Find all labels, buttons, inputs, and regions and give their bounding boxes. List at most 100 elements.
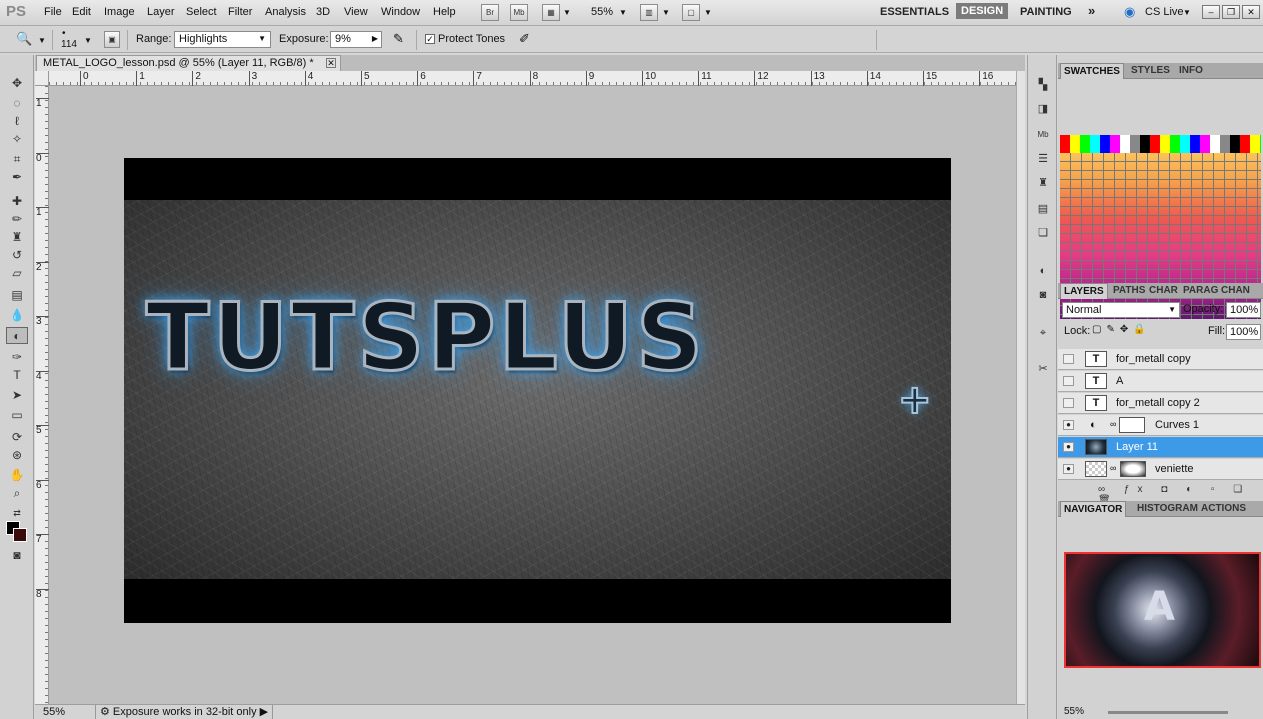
bridge-button[interactable]: Br: [481, 4, 499, 21]
layer-name[interactable]: Curves 1: [1155, 419, 1199, 431]
exposure-input[interactable]: 9% ▶: [330, 31, 382, 48]
quick-mask-icon[interactable]: ◙: [6, 547, 28, 564]
chevron-down-icon[interactable]: ▼: [563, 8, 571, 17]
swatch-row-basic[interactable]: [1060, 135, 1261, 153]
path-select-tool-icon[interactable]: ➤: [6, 387, 28, 404]
marquee-tool-icon[interactable]: ◌: [6, 95, 28, 112]
close-icon[interactable]: ✕: [326, 58, 336, 68]
layer-row-layer-11[interactable]: ● Layer 11: [1058, 437, 1263, 458]
navigator-zoom-value[interactable]: 55%: [1064, 706, 1084, 717]
protect-tones-checkbox[interactable]: ✓: [425, 34, 435, 44]
cs-live-button[interactable]: CS Live: [1145, 6, 1184, 18]
healing-brush-tool-icon[interactable]: ✚: [6, 193, 28, 210]
eye-icon[interactable]: ●: [1063, 442, 1074, 452]
layer-row-veniette[interactable]: ● ∞ veniette: [1058, 459, 1263, 480]
layer-name[interactable]: for_metall copy: [1116, 353, 1191, 365]
restore-button[interactable]: ❐: [1222, 5, 1240, 19]
blur-tool-icon[interactable]: 💧: [6, 307, 28, 324]
tab-navigator[interactable]: NAVIGATOR: [1060, 501, 1127, 517]
visibility-toggle[interactable]: [1063, 354, 1074, 364]
layer-mask-thumbnail[interactable]: [1120, 461, 1146, 477]
3d-panel-icon[interactable]: ◙: [1034, 287, 1052, 303]
3d-orbit-tool-icon[interactable]: ⊛: [6, 447, 28, 464]
close-button[interactable]: ✕: [1242, 5, 1260, 19]
chevron-down-icon[interactable]: ▼: [704, 8, 712, 17]
arrange-documents-button[interactable]: ▥: [640, 4, 658, 21]
chevron-down-icon[interactable]: ▼: [662, 8, 670, 17]
menu-file[interactable]: File: [44, 6, 62, 18]
workspace-design[interactable]: DESIGN: [956, 3, 1009, 19]
gradient-tool-icon[interactable]: ▤: [6, 287, 28, 304]
layer-row-a[interactable]: T A: [1058, 371, 1263, 392]
tab-character[interactable]: CHAR: [1146, 285, 1181, 296]
tool-presets-icon[interactable]: ⌖: [1034, 325, 1052, 341]
eyedropper-tool-icon[interactable]: ✒: [6, 169, 28, 186]
menu-window[interactable]: Window: [381, 6, 420, 18]
brush-presets-icon[interactable]: ☰: [1034, 151, 1052, 167]
pressure-icon[interactable]: ✐: [519, 31, 530, 47]
minibridge-button[interactable]: Mb: [510, 4, 528, 21]
chevron-down-icon[interactable]: ▼: [38, 36, 46, 45]
lock-icons[interactable]: ▢✎✥🔒: [1092, 324, 1151, 335]
clone-stamp-tool-icon[interactable]: ♜: [6, 229, 28, 246]
chevron-down-icon[interactable]: ▼: [84, 36, 92, 45]
vertical-ruler[interactable]: 1 0 1 2 3 4 5 6 7 8: [35, 86, 49, 704]
hand-tool-icon[interactable]: ✋: [6, 467, 28, 484]
workspace-essentials[interactable]: ESSENTIALS: [880, 6, 949, 18]
layer-row-for-metall-copy-2[interactable]: T for_metall copy 2: [1058, 393, 1263, 414]
shape-tool-icon[interactable]: ▭: [6, 407, 28, 424]
vertical-scrollbar[interactable]: [1016, 71, 1025, 704]
move-tool-icon[interactable]: ✥: [6, 75, 28, 92]
brush-panel-icon[interactable]: ▣: [104, 31, 120, 48]
menu-image[interactable]: Image: [104, 6, 135, 18]
status-zoom[interactable]: 55%: [43, 706, 65, 718]
tab-paragraph[interactable]: PARAG: [1180, 285, 1221, 296]
minimize-button[interactable]: –: [1202, 5, 1220, 19]
layer-name[interactable]: Layer 11: [1116, 441, 1158, 453]
animation-panel-icon[interactable]: ✂: [1034, 361, 1052, 377]
visibility-toggle[interactable]: [1063, 398, 1074, 408]
crop-tool-icon[interactable]: ⌗: [6, 151, 28, 168]
fill-input[interactable]: 100%: [1226, 324, 1261, 340]
color-panel-icon[interactable]: ▚: [1034, 77, 1052, 93]
tab-info[interactable]: INFO: [1176, 65, 1206, 76]
clone-source-icon[interactable]: ♜: [1034, 175, 1052, 191]
workspace-painting[interactable]: PAINTING: [1020, 6, 1072, 18]
mini-bridge-icon[interactable]: Mb: [1034, 127, 1052, 143]
document-tab[interactable]: METAL_LOGO_lesson.psd @ 55% (Layer 11, R…: [36, 55, 341, 71]
tab-swatches[interactable]: SWATCHES: [1060, 63, 1124, 79]
layer-row-for-metall-copy[interactable]: T for_metall copy: [1058, 349, 1263, 370]
menu-layer[interactable]: Layer: [147, 6, 175, 18]
tab-actions[interactable]: ACTIONS: [1198, 503, 1249, 514]
dodge-tool-icon[interactable]: 🔍: [16, 31, 32, 47]
notes-panel-icon[interactable]: ▤: [1034, 201, 1052, 217]
masks-panel-icon[interactable]: ◐: [1034, 263, 1052, 279]
brush-size-value[interactable]: 114: [61, 39, 77, 50]
type-tool-icon[interactable]: T: [6, 367, 28, 384]
status-info[interactable]: ⚙ Exposure works in 32-bit only ▶: [95, 705, 274, 719]
menu-analysis[interactable]: Analysis: [265, 6, 306, 18]
layer-comps-icon[interactable]: ❏: [1034, 225, 1052, 241]
3d-rotate-tool-icon[interactable]: ⟳: [6, 429, 28, 446]
zoom-tool-icon[interactable]: ⌕: [6, 485, 28, 502]
zoom-level-dropdown[interactable]: 55%: [591, 6, 613, 18]
chevron-down-icon[interactable]: ▼: [619, 8, 627, 17]
chevron-down-icon[interactable]: ▼: [1183, 8, 1191, 17]
tab-layers[interactable]: LAYERS: [1060, 283, 1108, 299]
tab-channels[interactable]: CHAN: [1218, 285, 1253, 296]
eye-icon[interactable]: ●: [1063, 420, 1074, 430]
lasso-tool-icon[interactable]: ℓ: [6, 113, 28, 130]
menu-help[interactable]: Help: [433, 6, 456, 18]
horizontal-ruler[interactable]: 0 1 2 3 4 5 6 7 8 9 10 11 12 13 14 15 16: [49, 71, 1016, 86]
background-color-swatch[interactable]: [13, 528, 27, 542]
tab-histogram[interactable]: HISTOGRAM: [1134, 503, 1201, 514]
menu-view[interactable]: View: [344, 6, 368, 18]
range-select[interactable]: Highlights ▼: [174, 31, 271, 48]
view-extras-button[interactable]: ▦: [542, 4, 560, 21]
more-workspaces-button[interactable]: »: [1088, 3, 1095, 18]
eraser-tool-icon[interactable]: ▱: [6, 265, 28, 282]
tab-styles[interactable]: STYLES: [1128, 65, 1173, 76]
visibility-toggle[interactable]: [1063, 376, 1074, 386]
layer-row-curves-1[interactable]: ● ◐ ∞ Curves 1: [1058, 415, 1263, 436]
adjustments-panel-icon[interactable]: ◨: [1034, 101, 1052, 117]
